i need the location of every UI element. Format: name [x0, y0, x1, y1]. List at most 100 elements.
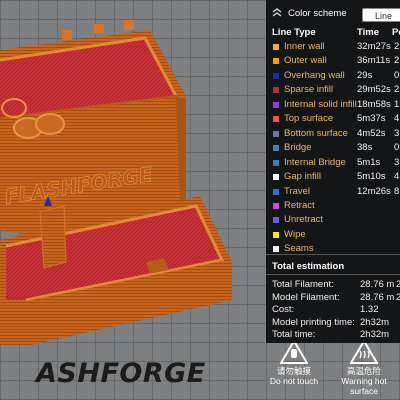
hand-hazard-icon	[280, 340, 308, 364]
legend-label: Internal Bridge	[284, 156, 346, 168]
legend-swatch	[273, 202, 279, 209]
legend-time: 29m52s	[357, 84, 391, 96]
legend-time: 18m58s	[357, 98, 391, 110]
legend-label: Unretract	[284, 214, 324, 226]
legend-label: Sparse infill	[284, 84, 334, 96]
legend-time: 5m10s	[357, 171, 386, 183]
legend-percent: 4	[394, 171, 400, 183]
estimation-label: Model printing time:	[272, 316, 355, 328]
legend-time: 38s	[357, 142, 373, 154]
legend-swatch	[273, 44, 279, 50]
estimation-value: 1.32	[360, 304, 379, 315]
legend-divider	[266, 254, 400, 255]
bed-brand-text: ASHFORGE	[36, 358, 206, 389]
legend-row[interactable]: Gap infill 5m10s 4	[266, 170, 400, 184]
color-scheme-title: Color scheme	[288, 8, 347, 19]
legend-row[interactable]: Retract	[266, 199, 400, 213]
column-time: Time	[357, 27, 380, 38]
legend-swatch	[273, 58, 279, 65]
legend-swatch	[273, 101, 279, 108]
legend-percent: 3	[394, 127, 400, 139]
legend-percent: 0	[394, 142, 400, 154]
legend-percent: 0	[394, 69, 400, 81]
legend-column-header: Line Type Time Pe	[266, 26, 400, 40]
legend-time: 32m27s	[357, 41, 391, 52]
legend-label: Wipe	[284, 228, 306, 240]
color-scheme-select-value: Line	[375, 11, 393, 21]
legend-label: Travel	[284, 185, 311, 197]
warning-1-en: Do not touch	[269, 376, 319, 386]
legend-label: Inner wall	[284, 41, 325, 52]
color-scheme-select[interactable]: Line	[362, 8, 400, 22]
estimation-value: 2h32m	[360, 316, 390, 328]
legend-label: Outer wall	[284, 55, 327, 67]
legend-percent: 4	[394, 113, 400, 125]
legend-time: 29s	[357, 69, 373, 81]
legend-row[interactable]: Bottom surface 4m52s 3	[266, 127, 400, 141]
legend-label: Top surface	[284, 113, 334, 125]
legend-header: Color scheme Line	[266, 0, 400, 29]
legend-percent: 2	[394, 55, 400, 67]
legend-row[interactable]: Internal Bridge 5m1s 3	[266, 156, 400, 170]
legend-swatch	[273, 72, 279, 79]
legend-label: Bridge	[284, 142, 312, 154]
estimation-label: Total time:	[272, 329, 316, 340]
estimation-label: Model Filament:	[272, 291, 340, 303]
legend-percent: 2	[394, 41, 400, 52]
legend-swatch	[273, 87, 279, 94]
legend-label: Bottom surface	[284, 127, 348, 139]
legend-row[interactable]: Unretract	[266, 213, 400, 227]
estimation-extra: 2	[396, 291, 400, 303]
legend-row[interactable]: Wipe	[266, 228, 400, 242]
legend-label: Overhang wall	[284, 69, 345, 81]
legend-row[interactable]: Internal solid infill 18m58s 1	[266, 98, 400, 112]
warning-1-cn: 请勿触摸	[276, 366, 311, 376]
collapse-chevron-icon[interactable]	[270, 6, 284, 20]
legend-swatch	[273, 246, 279, 253]
legend-row[interactable]: Sparse infill 29m52s 2	[266, 83, 400, 97]
legend-row[interactable]: Bridge 38s 0	[266, 141, 400, 155]
legend-panel: Color scheme Line Line Type Time Pe Inne…	[266, 0, 400, 343]
legend-row[interactable]: Overhang wall 29s 0	[266, 69, 400, 83]
legend-label: Retract	[284, 199, 315, 211]
legend-percent: 2	[394, 84, 400, 96]
legend-swatch	[273, 217, 279, 224]
legend-time: 12m26s	[357, 185, 391, 197]
estimation-row: Model printing time: 2h32m	[272, 316, 389, 329]
legend-time: 5m1s	[357, 156, 381, 168]
legend-swatch	[273, 159, 279, 166]
estimation-extra: 2	[396, 279, 400, 290]
estimation-value: 28.76 m	[360, 291, 395, 303]
column-percent: Pe	[392, 27, 400, 38]
legend-row[interactable]: Top surface 5m37s 4	[266, 112, 400, 126]
estimation-row: Total Filament: 28.76 m2	[272, 279, 400, 291]
legend-percent: 3	[394, 156, 400, 168]
total-estimation-title: Total estimation	[272, 261, 345, 272]
estimation-divider	[266, 274, 400, 275]
estimation-row: Model Filament: 28.76 m2	[272, 291, 400, 304]
warning-2-en-2: surface	[350, 386, 378, 396]
legend-swatch	[273, 116, 279, 123]
legend-label: Gap infill	[284, 171, 321, 183]
warning-2-en: Warning hot	[341, 376, 387, 386]
estimation-row: Total time: 2h32m	[272, 329, 389, 341]
legend-swatch	[273, 174, 279, 181]
legend-row[interactable]: Inner wall 32m27s 2	[266, 40, 400, 54]
warning-2-cn: 高温危险	[346, 366, 381, 376]
legend-row[interactable]: Outer wall 36m11s 2	[266, 54, 400, 68]
estimation-value: 2h32m	[360, 329, 390, 340]
legend-swatch	[273, 231, 279, 238]
legend-percent: 1	[394, 98, 400, 110]
legend-time: 5m37s	[357, 113, 386, 125]
legend-swatch	[273, 130, 279, 137]
estimation-label: Total Filament:	[272, 279, 334, 290]
column-line-type: Line Type	[272, 27, 316, 38]
legend-percent: 8	[394, 185, 400, 197]
legend-label: Internal solid infill	[284, 98, 357, 110]
legend-row[interactable]: Travel 12m26s 8	[266, 185, 400, 199]
estimation-row: Cost: 1.32	[272, 304, 379, 316]
legend-time: 36m11s	[357, 55, 391, 67]
legend-swatch	[273, 145, 279, 152]
legend-time: 4m52s	[357, 127, 386, 139]
legend-swatch	[273, 188, 279, 195]
